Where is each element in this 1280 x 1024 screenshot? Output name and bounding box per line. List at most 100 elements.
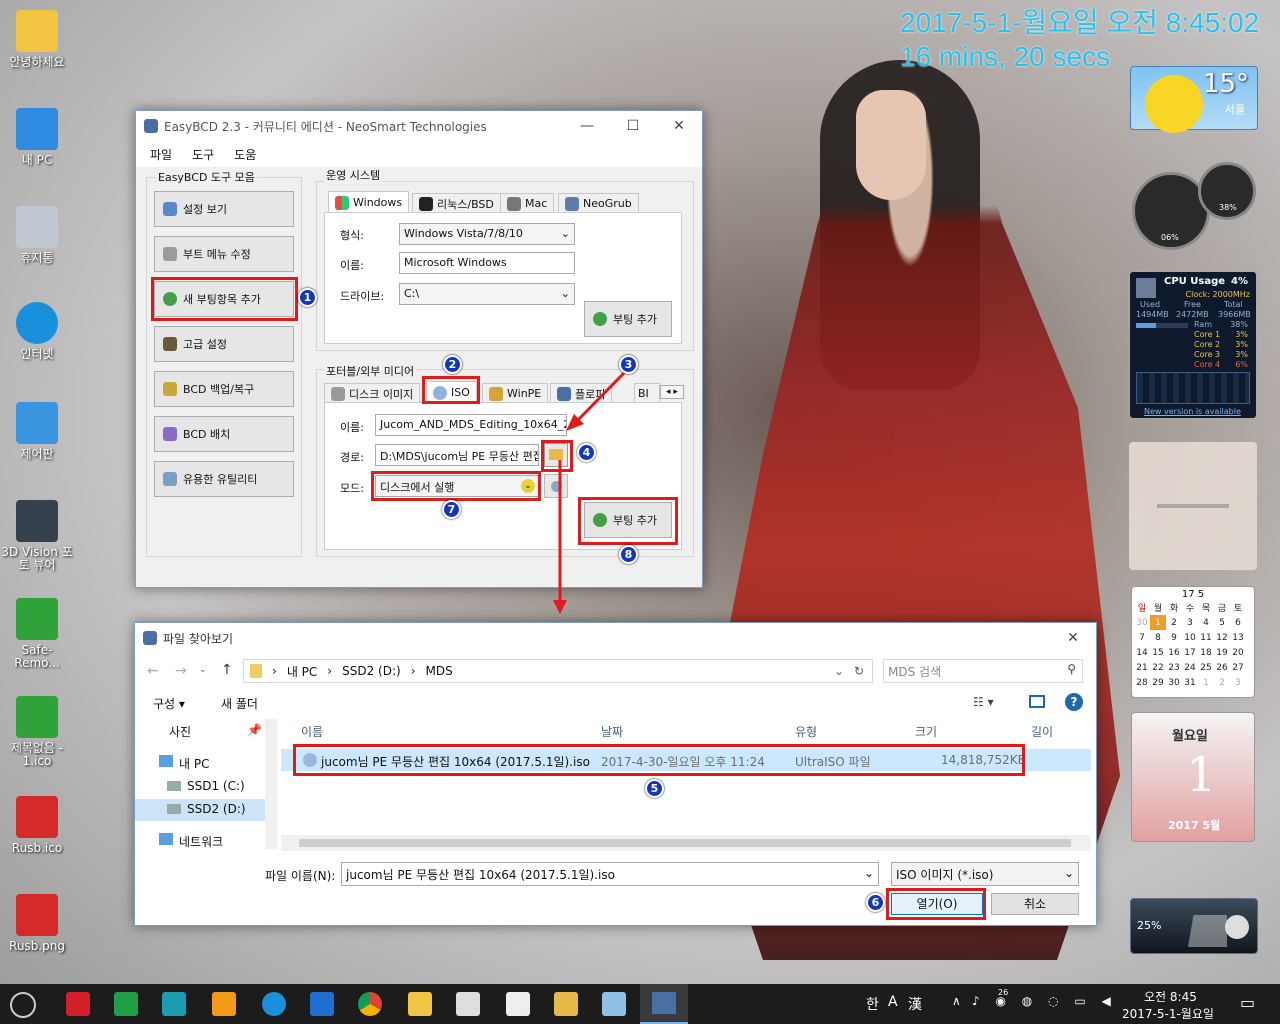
day-card-gadget: 월요일 1 2017 5월 bbox=[1131, 712, 1255, 842]
calendar-grid[interactable]: 일월화수목금토 30 1 2 3 4 5 6 7 8 9 10 11 12 13 14 15 16 17 18 1… bbox=[1134, 600, 1246, 690]
notepad-icon[interactable] bbox=[602, 992, 626, 1016]
day-card-month: 2017 5월 bbox=[1168, 819, 1221, 832]
taskbar: 한 A 漢 ∧ 26 ♪ ◉ ◍ ◌ ▭ ◀ 오전 8:45 2017-5-1-… bbox=[0, 984, 1280, 1024]
volume-percent: 25% bbox=[1137, 919, 1162, 932]
speaker-icon[interactable] bbox=[1225, 915, 1249, 939]
calendar-day[interactable]: 3 bbox=[1230, 675, 1246, 690]
weather-city: 서울 bbox=[1224, 103, 1245, 116]
action-center-icon[interactable]: ▭ bbox=[1240, 993, 1255, 1012]
mem-free: 2472MB bbox=[1176, 310, 1209, 319]
calendar-month: 17 5 bbox=[1181, 589, 1205, 600]
mem-used: 1494MB bbox=[1136, 310, 1169, 319]
ram-bar-fill bbox=[1136, 323, 1156, 328]
calendar-day[interactable]: 5 bbox=[1214, 615, 1230, 630]
ime-mode[interactable]: A bbox=[888, 994, 898, 1010]
folder-icon[interactable] bbox=[554, 992, 578, 1016]
calendar-day[interactable]: 14 bbox=[1134, 645, 1150, 660]
calendar-day[interactable]: 화 bbox=[1166, 600, 1182, 615]
tray-apps-icons[interactable]: ♪ ◉ ◍ ◌ ▭ ◀ bbox=[972, 994, 1117, 1008]
calendar-day[interactable]: 목 bbox=[1198, 600, 1214, 615]
calendar-day[interactable]: 9 bbox=[1166, 630, 1182, 645]
easybcd-app-icon bbox=[652, 992, 676, 1014]
arrow-overlay bbox=[553, 370, 627, 614]
calendar-day[interactable]: 22 bbox=[1150, 660, 1166, 675]
day-card-weekday: 월요일 bbox=[1172, 729, 1208, 744]
volume-bars[interactable] bbox=[1167, 915, 1227, 947]
windows-store-icon[interactable] bbox=[456, 992, 480, 1016]
weather-temp: 15° bbox=[1202, 69, 1249, 99]
calendar-day[interactable]: 30 bbox=[1134, 615, 1150, 630]
ime-hanja[interactable]: 漢 bbox=[908, 994, 922, 1014]
cpu-clock: Clock: 2000MHz bbox=[1185, 290, 1250, 299]
marker-2: 2 bbox=[443, 355, 462, 374]
weather-gadget[interactable]: 15° 서울 bbox=[1130, 66, 1258, 133]
power-orange-icon[interactable] bbox=[212, 992, 236, 1016]
edge-icon[interactable] bbox=[310, 992, 334, 1016]
calendar-day[interactable]: 2 bbox=[1166, 615, 1182, 630]
core-4-value: 6% bbox=[1235, 360, 1248, 369]
meter-gadget[interactable]: 06% 38% bbox=[1130, 162, 1258, 258]
calendar-day[interactable]: 일 bbox=[1134, 600, 1150, 615]
core-3-value: 3% bbox=[1235, 350, 1248, 359]
mem-header-total: Total bbox=[1224, 300, 1243, 309]
core-4-label: Core 4 bbox=[1194, 360, 1221, 369]
calendar-day[interactable]: 24 bbox=[1182, 660, 1198, 675]
easybcd-taskbar-button[interactable] bbox=[640, 984, 688, 1024]
calendar-day[interactable]: 25 bbox=[1198, 660, 1214, 675]
cpu-title: CPU Usage bbox=[1164, 276, 1226, 287]
taskbar-time[interactable]: 오전 8:45 bbox=[1144, 988, 1197, 1005]
calendar-day[interactable]: 수 bbox=[1182, 600, 1198, 615]
calendar-day[interactable]: 11 bbox=[1198, 630, 1214, 645]
cpu-usage-gadget[interactable]: CPU Usage 4% Clock: 2000MHz Used Free To… bbox=[1129, 271, 1257, 419]
start-button[interactable] bbox=[10, 992, 36, 1018]
arrow-to-path bbox=[576, 370, 627, 422]
calendar-day[interactable]: 31 bbox=[1182, 675, 1198, 690]
calendar-day[interactable]: 15 bbox=[1150, 645, 1166, 660]
calendar-day[interactable]: 16 bbox=[1166, 645, 1182, 660]
mem-header-used: Used bbox=[1140, 300, 1161, 309]
calendar-day[interactable]: 3 bbox=[1182, 615, 1198, 630]
core-1-value: 3% bbox=[1235, 330, 1248, 339]
calendar-day[interactable]: 28 bbox=[1134, 675, 1150, 690]
calendar-day[interactable]: 금 bbox=[1214, 600, 1230, 615]
logout-teal-icon[interactable] bbox=[162, 992, 186, 1016]
power-red-icon[interactable] bbox=[66, 992, 90, 1016]
tray-expand-icon[interactable]: ∧ bbox=[952, 994, 961, 1008]
calendar-day[interactable]: 10 bbox=[1182, 630, 1198, 645]
calendar-day[interactable]: 30 bbox=[1166, 675, 1182, 690]
core-3-label: Core 3 bbox=[1194, 350, 1221, 359]
core-1-label: Core 1 bbox=[1194, 330, 1221, 339]
calendar-day[interactable]: 26 bbox=[1214, 660, 1230, 675]
calendar-day[interactable]: 1 bbox=[1198, 675, 1214, 690]
calendar-day[interactable]: 18 bbox=[1198, 645, 1214, 660]
file-explorer-icon[interactable] bbox=[408, 992, 432, 1016]
calendar-day[interactable]: 6 bbox=[1230, 615, 1246, 630]
calendar-day[interactable]: 27 bbox=[1230, 660, 1246, 675]
calendar-day[interactable]: 13 bbox=[1230, 630, 1246, 645]
calendar-day[interactable]: 8 bbox=[1150, 630, 1166, 645]
mail-icon[interactable] bbox=[506, 992, 530, 1016]
volume-gadget[interactable]: 25% bbox=[1130, 898, 1258, 954]
calendar-day[interactable]: 4 bbox=[1198, 615, 1214, 630]
calendar-day[interactable]: 20 bbox=[1230, 645, 1246, 660]
chrome-icon[interactable] bbox=[358, 992, 382, 1016]
calendar-day[interactable]: 토 bbox=[1230, 600, 1246, 615]
mem-header-free: Free bbox=[1184, 300, 1201, 309]
calendar-day[interactable]: 17 bbox=[1182, 645, 1198, 660]
memory-gauge: 38% bbox=[1198, 162, 1256, 220]
calendar-day[interactable]: 23 bbox=[1166, 660, 1182, 675]
calendar-day[interactable]: 2 bbox=[1214, 675, 1230, 690]
calendar-day[interactable]: 21 bbox=[1134, 660, 1150, 675]
calendar-day[interactable]: 월 bbox=[1150, 600, 1166, 615]
new-version-link[interactable]: New version is available bbox=[1144, 407, 1241, 416]
calendar-day[interactable]: 12 bbox=[1214, 630, 1230, 645]
ime-korean[interactable]: 한 bbox=[866, 994, 879, 1014]
taskbar-date[interactable]: 2017-5-1-월요일 bbox=[1122, 1005, 1214, 1022]
internet-explorer-icon[interactable] bbox=[262, 992, 286, 1016]
calendar-day[interactable]: 1 bbox=[1150, 615, 1166, 630]
calendar-gadget[interactable]: 17 5 일월화수목금토 30 1 2 3 4 5 6 7 8 9 10 11 12 13 14 15 16… bbox=[1131, 586, 1255, 698]
calendar-day[interactable]: 7 bbox=[1134, 630, 1150, 645]
calendar-day[interactable]: 29 bbox=[1150, 675, 1166, 690]
refresh-green-icon[interactable] bbox=[114, 992, 138, 1016]
calendar-day[interactable]: 19 bbox=[1214, 645, 1230, 660]
